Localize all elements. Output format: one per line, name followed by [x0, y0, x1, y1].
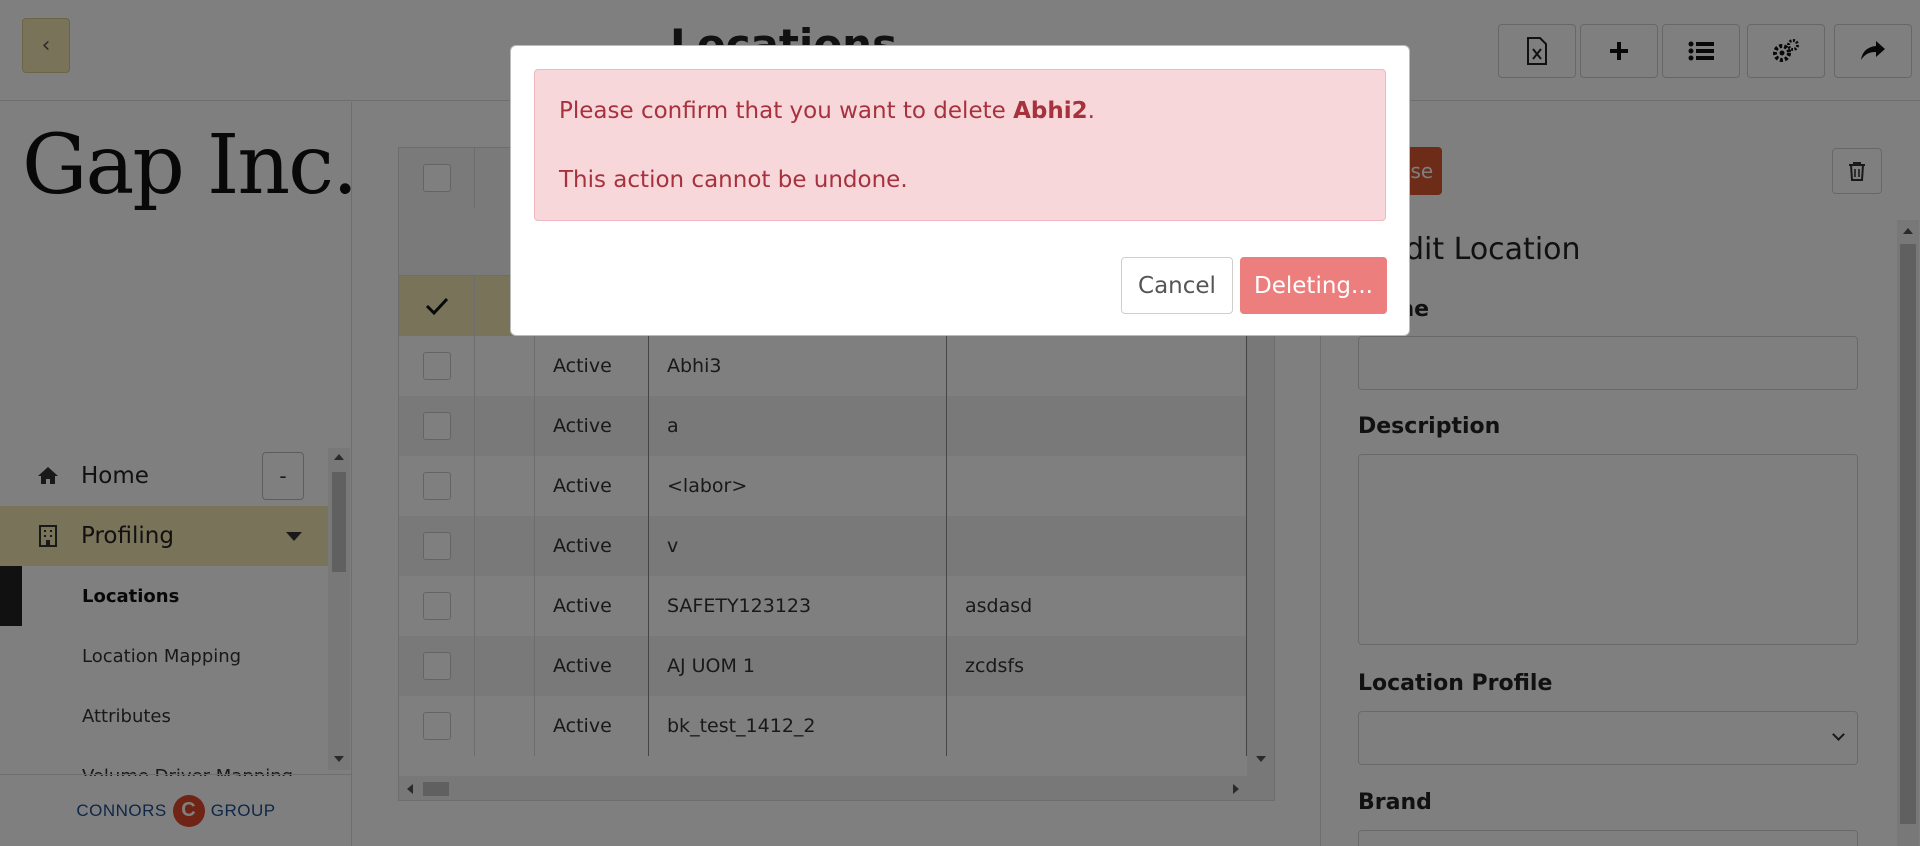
- deleted-item-name: Abhi2: [1013, 98, 1088, 124]
- confirm-message: Please confirm that you want to delete A…: [559, 98, 1095, 124]
- confirm-delete-dialog: Please confirm that you want to delete A…: [510, 45, 1410, 336]
- message-suffix: .: [1087, 98, 1095, 124]
- cancel-button[interactable]: Cancel: [1121, 257, 1233, 314]
- deleting-button[interactable]: Deleting...: [1240, 257, 1387, 314]
- warning-message: This action cannot be undone.: [559, 167, 908, 193]
- message-prefix: Please confirm that you want to delete: [559, 98, 1014, 124]
- danger-alert: Please confirm that you want to delete A…: [534, 69, 1386, 221]
